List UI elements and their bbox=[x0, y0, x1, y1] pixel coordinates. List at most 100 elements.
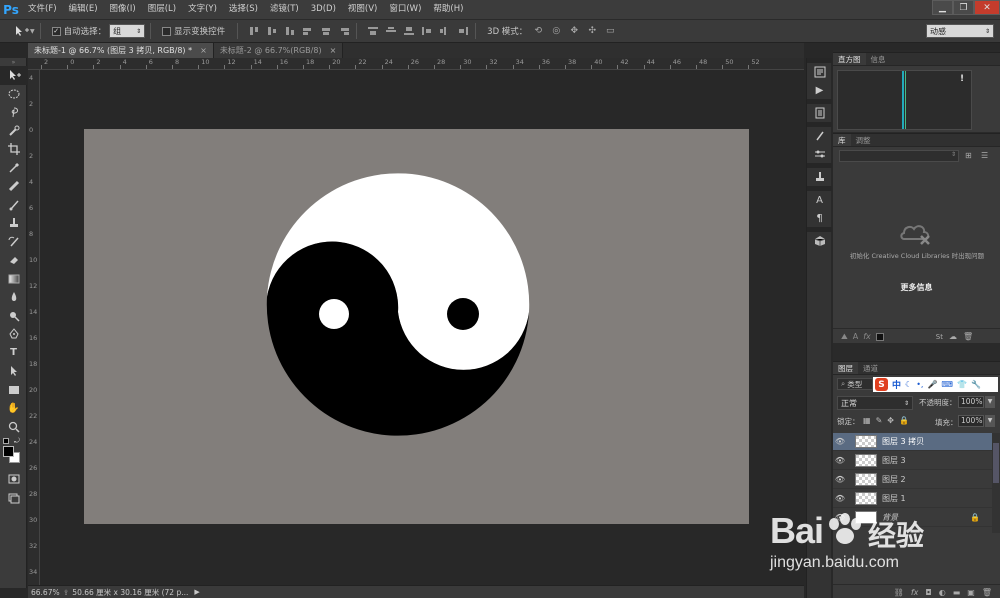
tab-library[interactable]: 库 bbox=[833, 134, 851, 146]
grid-view-icon[interactable]: ⊞ bbox=[965, 151, 972, 160]
clone-source-icon[interactable] bbox=[807, 168, 832, 186]
menu-image[interactable]: 图像(I) bbox=[104, 0, 142, 19]
lock-pixels-icon[interactable]: ✎ bbox=[876, 416, 883, 425]
brush-presets-icon[interactable] bbox=[807, 127, 832, 145]
tab-info[interactable]: 信息 bbox=[866, 53, 891, 65]
3d-panel-icon[interactable] bbox=[807, 232, 832, 250]
menu-view[interactable]: 视图(V) bbox=[342, 0, 383, 19]
status-menu-arrow-icon[interactable]: ▶ bbox=[194, 588, 199, 596]
move-tool-icon[interactable] bbox=[0, 66, 27, 85]
align-hcenter-icon[interactable] bbox=[319, 24, 333, 38]
add-character-style-icon[interactable]: A bbox=[853, 332, 858, 341]
path-select-tool-icon[interactable] bbox=[0, 362, 27, 381]
drag-3d-icon[interactable]: ✥ bbox=[567, 24, 581, 38]
opacity-input[interactable]: 100% bbox=[958, 396, 984, 408]
align-right-icon[interactable] bbox=[337, 24, 351, 38]
new-layer-icon[interactable]: ▣ bbox=[967, 588, 975, 597]
distribute-vcenter-icon[interactable] bbox=[384, 24, 398, 38]
skin-icon[interactable]: 👕 bbox=[957, 380, 967, 389]
menu-edit[interactable]: 编辑(E) bbox=[63, 0, 104, 19]
link-layers-icon[interactable]: ⛓ bbox=[894, 588, 904, 597]
history-brush-tool-icon[interactable] bbox=[0, 233, 27, 252]
quick-select-tool-icon[interactable] bbox=[0, 122, 27, 141]
fill-input[interactable]: 100% bbox=[958, 415, 984, 427]
punctuation-icon[interactable]: •, bbox=[916, 380, 923, 389]
trash-icon[interactable]: 🗑 bbox=[963, 332, 973, 341]
align-left-icon[interactable] bbox=[301, 24, 315, 38]
moon-icon[interactable]: ☾ bbox=[905, 380, 912, 389]
scrollbar-thumb[interactable] bbox=[993, 443, 999, 483]
visibility-eye-icon[interactable]: 👁 bbox=[833, 437, 847, 446]
tab-adjustments[interactable]: 调整 bbox=[851, 134, 876, 146]
lasso-tool-icon[interactable] bbox=[0, 103, 27, 122]
crop-tool-icon[interactable] bbox=[0, 140, 27, 159]
tab-histogram[interactable]: 直方图 bbox=[833, 53, 866, 65]
restore-button[interactable]: ❐ bbox=[953, 0, 974, 15]
hand-tool-icon[interactable]: ✋ bbox=[0, 399, 27, 418]
foreground-color-swatch[interactable] bbox=[3, 446, 14, 457]
tools-icon[interactable]: 🔧 bbox=[971, 380, 981, 389]
default-colors-icon[interactable] bbox=[3, 438, 9, 444]
close-icon[interactable]: × bbox=[200, 46, 207, 55]
ime-language[interactable]: 中 bbox=[892, 378, 901, 391]
layer-row[interactable]: 👁 图层 2 bbox=[833, 471, 992, 489]
menu-help[interactable]: 帮助(H) bbox=[427, 0, 469, 19]
document-canvas[interactable] bbox=[84, 129, 749, 524]
menu-layer[interactable]: 图层(L) bbox=[142, 0, 182, 19]
lock-position-icon[interactable]: ✥ bbox=[887, 416, 894, 425]
lock-transparent-icon[interactable]: ▦ bbox=[863, 416, 871, 425]
distribute-top-icon[interactable] bbox=[366, 24, 380, 38]
lock-all-icon[interactable]: 🔒 bbox=[899, 416, 909, 425]
auto-select-checkbox[interactable]: ✓ bbox=[51, 26, 61, 36]
distribute-right-icon[interactable] bbox=[456, 24, 470, 38]
clone-stamp-tool-icon[interactable] bbox=[0, 214, 27, 233]
pen-tool-icon[interactable] bbox=[0, 325, 27, 344]
zoom-level[interactable]: 66.67% bbox=[31, 588, 63, 597]
more-info-link[interactable]: 更多信息 bbox=[833, 282, 1000, 293]
tab-layers[interactable]: 图层 bbox=[833, 362, 858, 374]
tab-channels[interactable]: 通道 bbox=[858, 362, 883, 374]
share-icon[interactable]: ⇪ bbox=[63, 588, 69, 597]
menu-filter[interactable]: 滤镜(T) bbox=[264, 0, 305, 19]
stock-icon[interactable]: St bbox=[936, 333, 943, 341]
type-tool-icon[interactable]: T bbox=[0, 344, 27, 363]
tab-document-1[interactable]: 未标题-1 @ 66.7% (图层 3 拷贝, RGB/8) * × bbox=[28, 43, 214, 58]
add-graphic-icon[interactable]: ⛰ bbox=[841, 332, 848, 342]
auto-select-target-select[interactable]: 组 ⇕ bbox=[109, 24, 146, 38]
delete-layer-icon[interactable]: 🗑 bbox=[982, 588, 992, 597]
character-panel-icon[interactable]: A bbox=[807, 191, 832, 209]
eyedropper-tool-icon[interactable] bbox=[0, 159, 27, 178]
layers-scrollbar[interactable] bbox=[992, 433, 1000, 533]
align-bottom-icon[interactable] bbox=[283, 24, 297, 38]
show-transform-checkbox[interactable] bbox=[162, 26, 172, 36]
visibility-eye-icon[interactable]: 👁 bbox=[833, 475, 847, 484]
sync-icon[interactable]: ☁ bbox=[949, 332, 957, 341]
paragraph-panel-icon[interactable]: ¶ bbox=[807, 209, 832, 227]
history-panel-icon[interactable] bbox=[807, 63, 832, 81]
keyboard-icon[interactable]: ⌨ bbox=[941, 380, 953, 389]
menu-window[interactable]: 窗口(W) bbox=[383, 0, 427, 19]
properties-panel-icon[interactable] bbox=[807, 104, 832, 122]
adjustment-layer-icon[interactable]: ◐ bbox=[939, 588, 946, 597]
blur-tool-icon[interactable] bbox=[0, 288, 27, 307]
fill-dropdown-icon[interactable]: ▼ bbox=[985, 415, 995, 427]
canvas-workspace[interactable] bbox=[41, 71, 804, 585]
add-layer-style-icon[interactable]: fx bbox=[863, 332, 871, 341]
blend-mode-select[interactable]: 正常 ⇕ bbox=[837, 396, 913, 410]
align-top-icon[interactable] bbox=[247, 24, 261, 38]
eraser-tool-icon[interactable] bbox=[0, 251, 27, 270]
toolbox-collapse-icon[interactable]: » bbox=[0, 58, 27, 66]
close-icon[interactable]: × bbox=[330, 46, 337, 55]
visibility-eye-icon[interactable]: 👁 bbox=[833, 494, 847, 503]
distribute-bottom-icon[interactable] bbox=[402, 24, 416, 38]
gradient-tool-icon[interactable] bbox=[0, 270, 27, 289]
opacity-dropdown-icon[interactable]: ▼ bbox=[985, 396, 995, 408]
align-vcenter-icon[interactable] bbox=[265, 24, 279, 38]
close-button[interactable]: ✕ bbox=[974, 0, 1000, 15]
add-color-icon[interactable] bbox=[875, 332, 884, 341]
layer-row[interactable]: 👁 图层 3 拷贝 bbox=[833, 433, 992, 451]
swap-colors-icon[interactable]: ⤾ bbox=[14, 437, 20, 446]
camera-3d-icon[interactable]: ▭ bbox=[603, 24, 617, 38]
menu-type[interactable]: 文字(Y) bbox=[182, 0, 223, 19]
layer-row[interactable]: 👁 图层 3 bbox=[833, 452, 992, 470]
